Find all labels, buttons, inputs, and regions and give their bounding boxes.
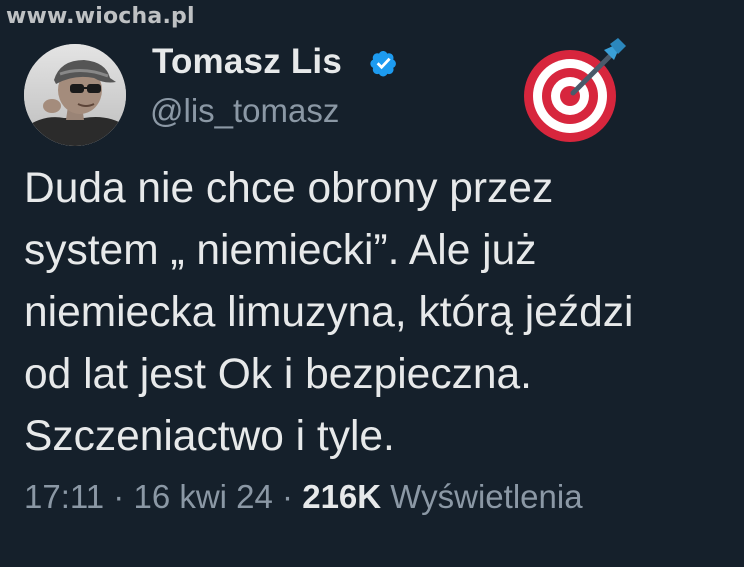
watermark: www.wiocha.pl <box>6 4 195 29</box>
tweet-metadata: 17:11 · 16 kwi 24 · 216K Wyświetlenia <box>24 478 583 516</box>
avatar-photo <box>24 44 126 146</box>
target-icon <box>524 38 626 142</box>
author-handle[interactable]: @lis_tomasz <box>150 92 339 130</box>
views-label: Wyświetlenia <box>381 478 583 515</box>
views-count: 216K <box>302 478 382 515</box>
avatar[interactable] <box>24 44 126 146</box>
author-display-name[interactable]: Tomasz Lis <box>152 42 342 82</box>
meta-separator: · <box>272 478 303 515</box>
verified-badge-icon <box>370 50 396 77</box>
meta-separator: · <box>104 478 134 515</box>
tweet-date[interactable]: 16 kwi 24 <box>133 478 272 515</box>
tweet-time[interactable]: 17:11 <box>24 478 104 515</box>
tweet-text: Duda nie chce obrony przez system „ niem… <box>24 165 634 460</box>
